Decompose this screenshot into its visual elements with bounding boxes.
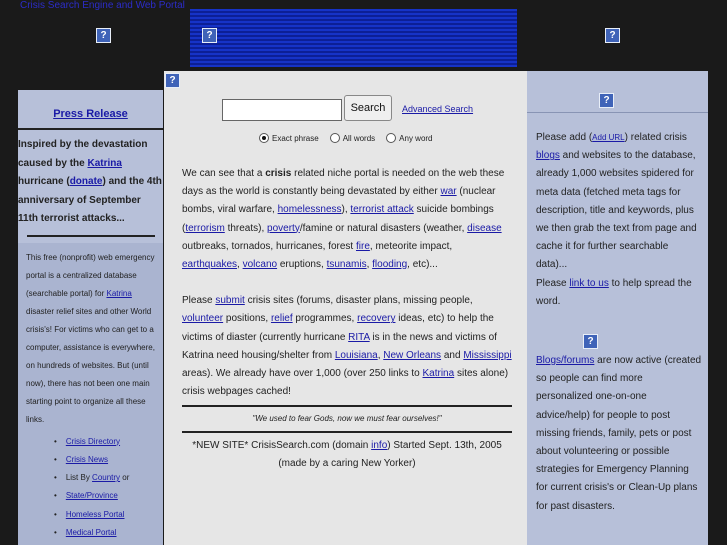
tsunamis-link[interactable]: tsunamis	[327, 259, 367, 270]
homeless-portal-link[interactable]: Homeless Portal	[66, 510, 125, 519]
about-text: This free (nonprofit) web emergency port…	[18, 242, 163, 545]
flooding-link[interactable]: flooding	[372, 259, 407, 270]
press-release-heading: Press Release	[18, 108, 163, 130]
poverty-link[interactable]: poverty	[267, 223, 300, 234]
inspired-text: Inspired by the devastation caused by th…	[18, 139, 162, 224]
medical-portal-link[interactable]: Medical Portal	[66, 528, 117, 537]
state-province-link[interactable]: State/Province	[66, 491, 118, 500]
submit-link[interactable]: submit	[215, 295, 244, 306]
radio-icon[interactable]	[329, 133, 340, 143]
list-item: Homeless Portal	[66, 506, 157, 524]
sidebar-links: Crisis Directory Crisis News List By Cou…	[26, 429, 157, 543]
list-item: List By Country or	[66, 469, 157, 487]
help-icon[interactable]: ?	[605, 28, 620, 43]
blogs-forums-text: Blogs/forums are now active (created so …	[536, 355, 702, 512]
crisis-directory-link[interactable]: Crisis Directory	[66, 437, 120, 446]
list-item: Crisis News	[66, 451, 157, 469]
volcano-link[interactable]: volcano	[243, 259, 277, 270]
divider	[527, 112, 708, 113]
homelessness-link[interactable]: homelessness	[278, 204, 342, 215]
help-icon[interactable]: ?	[165, 73, 180, 88]
radio-selected-icon[interactable]	[259, 133, 269, 143]
list-item: Crisis Directory	[66, 433, 157, 451]
katrina-link[interactable]: Katrina	[106, 289, 131, 298]
help-icon[interactable]: ?	[599, 93, 614, 108]
katrina-link[interactable]: Katrina	[87, 158, 121, 169]
divider	[182, 431, 512, 434]
earthquakes-link[interactable]: earthquakes	[182, 259, 237, 270]
submit-paragraph: Please submit crisis sites (forums, disa…	[182, 295, 512, 398]
radio-all-words[interactable]: All words	[329, 133, 375, 143]
war-link[interactable]: war	[440, 186, 456, 197]
site-title: Crisis Search Engine and Web Portal	[20, 0, 185, 11]
domain-info-link[interactable]: info	[371, 440, 387, 451]
press-release-link[interactable]: Press Release	[53, 108, 128, 120]
help-icon[interactable]: ?	[583, 334, 598, 349]
list-item: Medical Portal	[66, 524, 157, 542]
new-orleans-link[interactable]: New Orleans	[383, 350, 441, 361]
katrina-link[interactable]: Katrina	[423, 368, 455, 379]
add-url-text: Please add (Add URL) related crisis blog…	[536, 132, 697, 307]
help-icon[interactable]: ?	[202, 28, 217, 43]
terrorism-link[interactable]: terrorism	[185, 223, 224, 234]
advanced-search-link[interactable]: Advanced Search	[402, 104, 473, 114]
add-url-link[interactable]: Add URL	[592, 133, 624, 142]
intro-text: We can see that a crisis related niche p…	[182, 165, 512, 473]
recovery-link[interactable]: recovery	[357, 313, 395, 324]
crisis-news-link[interactable]: Crisis News	[66, 455, 108, 464]
fire-link[interactable]: fire	[356, 241, 370, 252]
divider	[182, 405, 512, 408]
louisiana-link[interactable]: Louisiana	[335, 350, 378, 361]
radio-icon[interactable]	[386, 133, 397, 143]
blogs-forums-link[interactable]: Blogs/forums	[536, 355, 594, 366]
relief-link[interactable]: relief	[271, 313, 293, 324]
link-to-us-link[interactable]: link to us	[569, 278, 608, 289]
right-sidebar: Please add (Add URL) related crisis blog…	[527, 71, 708, 545]
divider	[26, 234, 155, 237]
intro-paragraph: We can see that a crisis related niche p…	[182, 168, 505, 271]
terrorist-attack-link[interactable]: terrorist attack	[350, 204, 413, 215]
new-site-notice: *NEW SITE* CrisisSearch.com (domain info…	[192, 440, 502, 470]
search-input[interactable]	[222, 99, 342, 121]
main-content: Search Advanced Search Exact phrase All …	[164, 71, 527, 545]
volunteer-link[interactable]: volunteer	[182, 313, 223, 324]
country-link[interactable]: Country	[92, 473, 120, 482]
help-icon[interactable]: ?	[96, 28, 111, 43]
disease-link[interactable]: disease	[467, 223, 501, 234]
mississippi-link[interactable]: Mississippi	[463, 350, 511, 361]
search-mode-options: Exact phrase All words Any word	[259, 133, 433, 143]
header-banner	[190, 9, 517, 67]
quote: "We used to fear Gods, now we must fear …	[252, 414, 442, 424]
left-sidebar: Press Release Inspired by the devastatio…	[18, 90, 163, 545]
radio-exact-phrase[interactable]: Exact phrase	[259, 133, 319, 143]
rita-link[interactable]: RITA	[348, 332, 369, 343]
donate-link[interactable]: donate	[70, 176, 103, 187]
radio-any-word[interactable]: Any word	[386, 133, 433, 143]
search-button[interactable]: Search	[344, 95, 392, 121]
blogs-link[interactable]: blogs	[536, 150, 560, 161]
list-item: State/Province	[66, 487, 157, 505]
